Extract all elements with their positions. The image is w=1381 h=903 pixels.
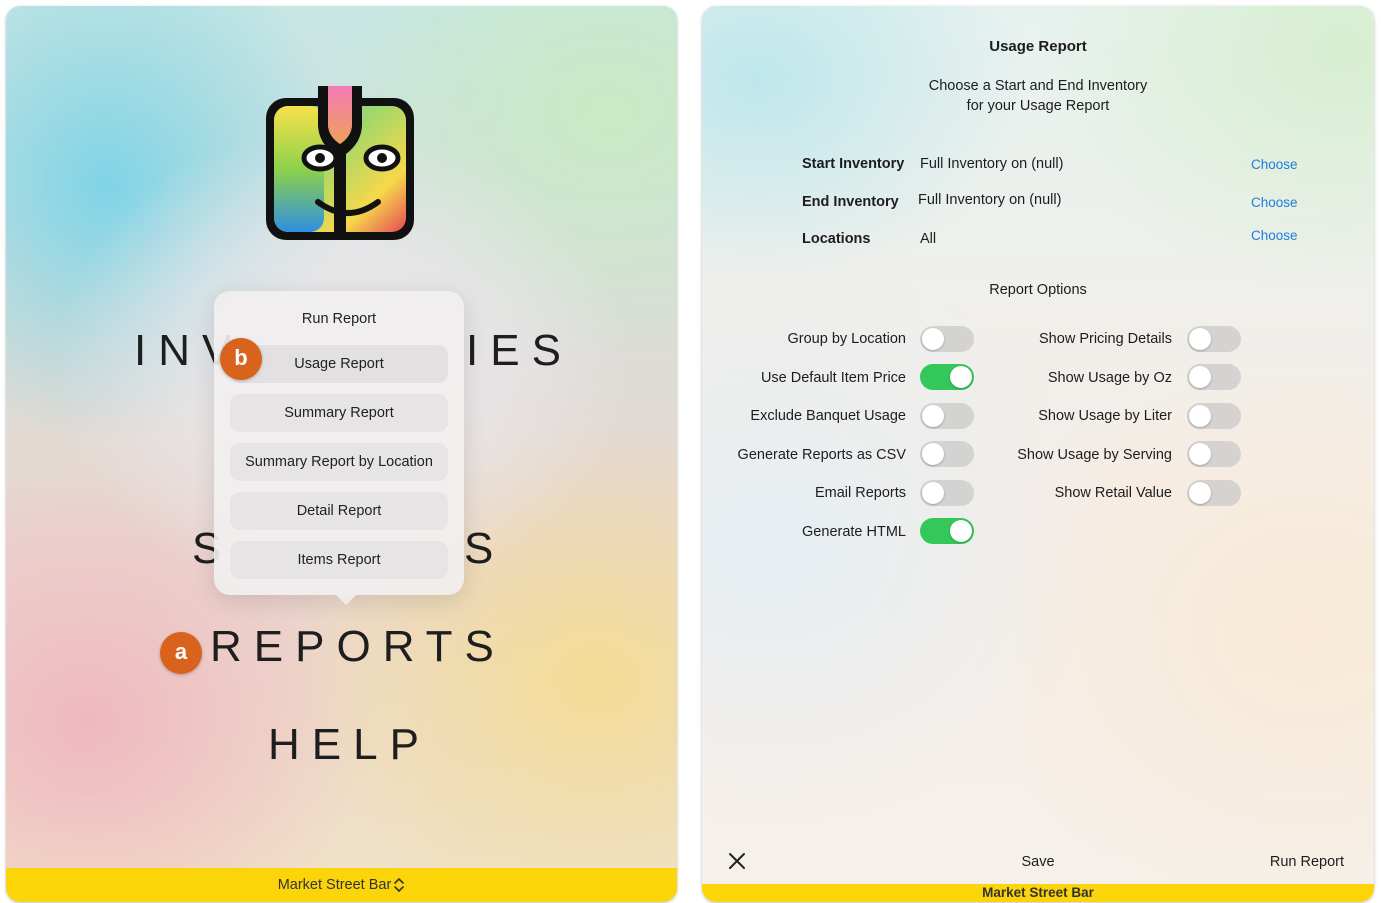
email-reports-label: Email Reports <box>814 485 906 501</box>
group-by-location-label: Group by Location <box>787 331 907 347</box>
show-usage-by-serving-label: Show Usage by Serving <box>1017 447 1172 463</box>
summary-report-by-location-button[interactable]: Summary Report by Location <box>230 443 448 481</box>
app-logo-icon <box>266 86 414 240</box>
exclude-banquet-usage-label: Exclude Banquet Usage <box>750 408 906 424</box>
end-inventory-value: Full Inventory on (null) <box>918 192 1062 208</box>
toggle-knob <box>1189 366 1211 388</box>
menu-settings-right-fragment[interactable]: S <box>464 524 505 574</box>
popover-arrow <box>336 595 356 605</box>
page-subtitle: Choose a Start and End Inventory for you… <box>702 76 1374 116</box>
main-menu-panel: INV IES S S REPORTS HELP Run Report Usag… <box>6 6 677 902</box>
start-inventory-label: Start Inventory <box>802 156 905 172</box>
show-usage-by-oz-toggle[interactable] <box>1187 364 1241 390</box>
show-usage-by-serving-toggle[interactable] <box>1187 441 1241 467</box>
run-report-popover: Run Report Usage Report Summary Report S… <box>214 291 464 605</box>
usage-report-button[interactable]: Usage Report <box>230 345 448 383</box>
location-name: Market Street Bar <box>277 877 392 893</box>
start-inventory-choose-link[interactable]: Choose <box>1251 157 1298 172</box>
page-title: Usage Report <box>989 38 1087 55</box>
location-bar: Market Street Bar <box>702 884 1374 902</box>
show-usage-by-liter-toggle[interactable] <box>1187 403 1241 429</box>
toggle-knob <box>1189 405 1211 427</box>
location-selector[interactable]: Market Street Bar <box>6 868 677 902</box>
end-inventory-choose-link[interactable]: Choose <box>1251 195 1298 210</box>
show-usage-by-oz-label: Show Usage by Oz <box>1047 370 1172 386</box>
menu-inventories-right-fragment[interactable]: IES <box>466 326 573 376</box>
toggle-knob <box>1189 328 1211 350</box>
callout-badge-b: b <box>220 338 262 380</box>
subtitle-line-2: for your Usage Report <box>966 98 1110 114</box>
chevron-updown-icon <box>394 878 405 892</box>
show-pricing-details-toggle[interactable] <box>1187 326 1241 352</box>
generate-html-label: Generate HTML <box>802 524 906 540</box>
locations-choose-link[interactable]: Choose <box>1251 228 1298 243</box>
show-usage-by-liter-label: Show Usage by Liter <box>1038 408 1172 424</box>
callout-badge-a: a <box>160 632 202 674</box>
end-inventory-label: End Inventory <box>802 194 899 210</box>
popover-title: Run Report <box>301 311 377 327</box>
toggle-knob <box>950 520 972 542</box>
menu-reports[interactable]: REPORTS <box>210 622 506 672</box>
summary-report-button[interactable]: Summary Report <box>230 394 448 432</box>
report-options-heading: Report Options <box>989 282 1087 298</box>
items-report-button[interactable]: Items Report <box>230 541 448 579</box>
usage-report-panel: Usage Report Choose a Start and End Inve… <box>702 6 1374 902</box>
show-retail-value-label: Show Retail Value <box>1054 485 1172 501</box>
run-report-button[interactable]: Run Report <box>1270 854 1344 870</box>
locations-label: Locations <box>802 231 871 247</box>
start-inventory-value: Full Inventory on (null) <box>920 156 1064 172</box>
detail-report-button[interactable]: Detail Report <box>230 492 448 530</box>
toggle-knob <box>1189 482 1211 504</box>
use-default-item-price-label: Use Default Item Price <box>760 370 906 386</box>
show-pricing-details-label: Show Pricing Details <box>1039 331 1172 347</box>
generate-html-toggle[interactable] <box>920 518 974 544</box>
subtitle-line-1: Choose a Start and End Inventory <box>928 78 1148 94</box>
locations-value: All <box>920 231 937 247</box>
toggle-knob <box>1189 443 1211 465</box>
show-retail-value-toggle[interactable] <box>1187 480 1241 506</box>
menu-help[interactable]: HELP <box>268 720 431 770</box>
generate-reports-csv-label: Generate Reports as CSV <box>737 447 906 463</box>
